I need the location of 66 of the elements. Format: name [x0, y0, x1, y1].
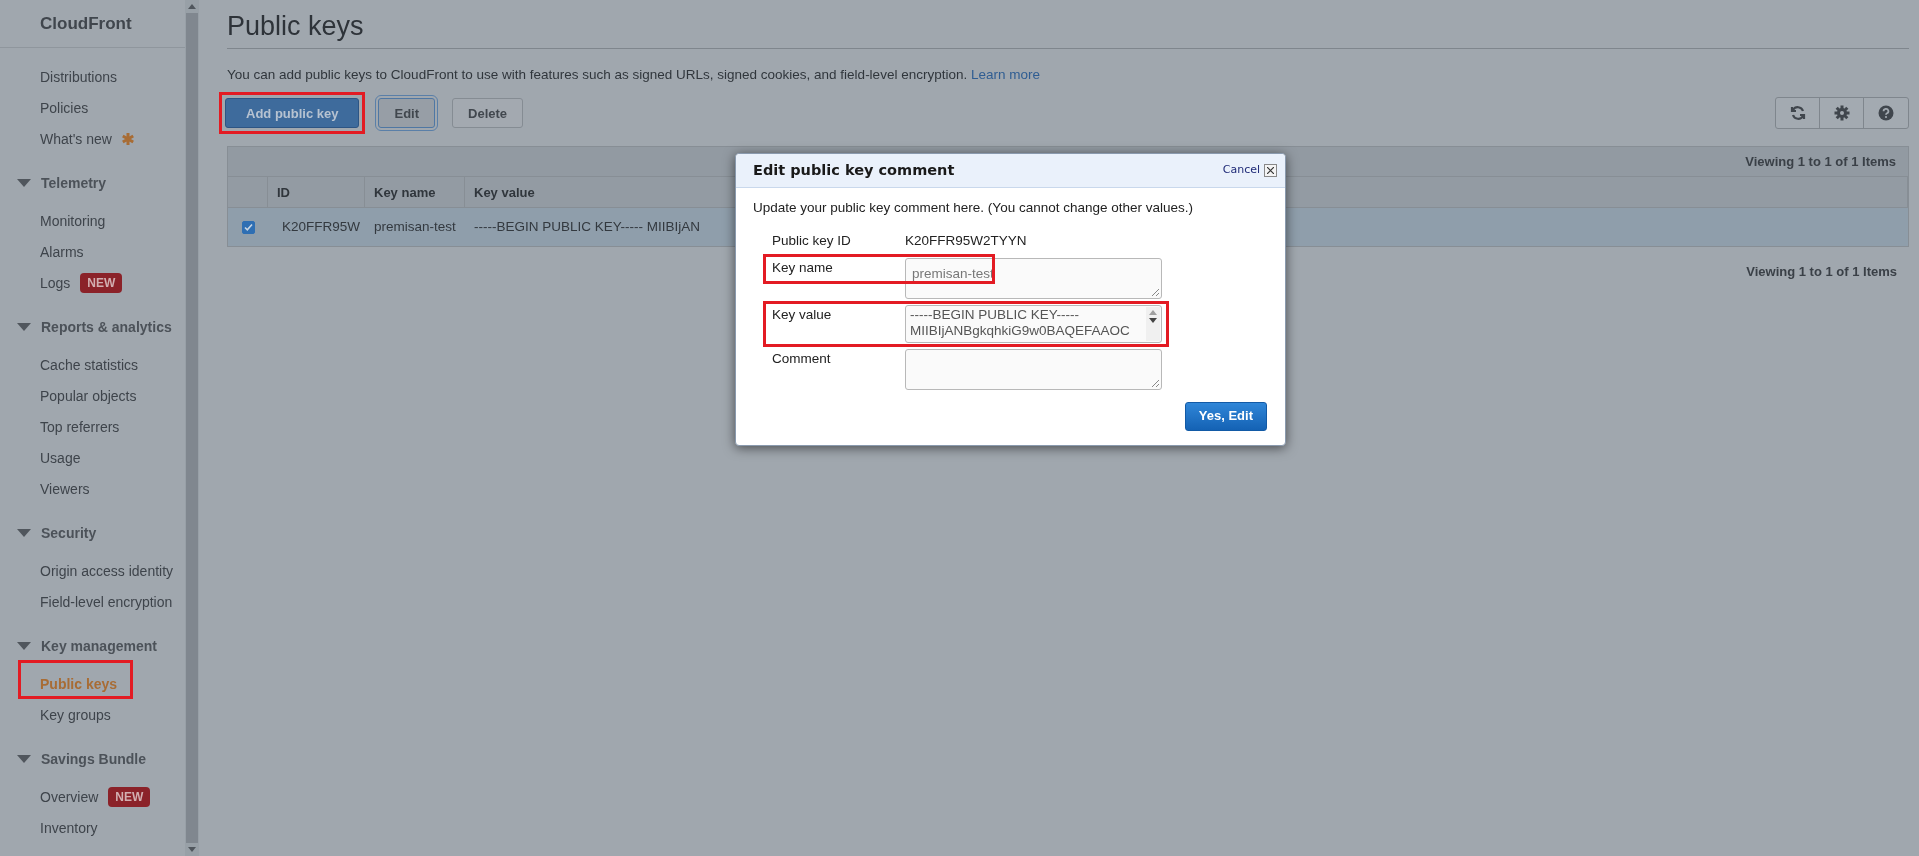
scrollbar[interactable] — [1146, 306, 1160, 341]
caret-down-icon — [17, 642, 31, 651]
learn-more-link[interactable]: Learn more — [970, 67, 1040, 82]
field-label: Public key ID — [771, 232, 852, 251]
sidebar-item[interactable]: Alarms — [40, 243, 84, 260]
sidebar-item[interactable]: Distributions — [40, 68, 118, 85]
dialog-intro: Update your public key comment here. (You cannot change other values.) — [753, 199, 1194, 217]
caret-down-icon — [17, 755, 31, 764]
help-icon — [1878, 105, 1894, 122]
table-cell-text: premisan-test — [373, 218, 457, 237]
section-heading[interactable]: Security — [41, 523, 97, 544]
resize-grip-icon[interactable] — [1151, 287, 1159, 296]
close-icon — [1267, 167, 1274, 174]
toolbar-button[interactable]: Add public key — [225, 98, 360, 129]
sidebar-item[interactable]: What's new — [40, 130, 112, 147]
field-label: Comment — [771, 349, 832, 368]
caret-down-icon — [17, 323, 31, 332]
column-header[interactable]: Key name — [365, 177, 465, 208]
sidebar-item[interactable]: Popular objects — [40, 387, 137, 404]
sidebar-item[interactable]: Usage — [40, 449, 81, 466]
text-area[interactable]: premisan-test — [905, 257, 1162, 299]
row-checkbox[interactable] — [241, 220, 255, 234]
section-heading[interactable]: Reports & analytics — [41, 317, 172, 338]
toolbar-button[interactable]: Delete — [452, 98, 524, 129]
text-area[interactable]: -----BEGIN PUBLIC KEY----- MIIBIjANBgkqhkiG9w0BAQEFAAOC — [905, 304, 1162, 343]
sidebar-item[interactable]: Logs — [40, 274, 71, 291]
scroll-up-icon[interactable] — [188, 4, 196, 9]
section-heading[interactable]: Savings Bundle — [41, 749, 147, 770]
sidebar-item[interactable]: Field-level encryption — [40, 593, 173, 610]
table-cell-text: K20FFR95W — [281, 218, 362, 237]
pager-text: Viewing 1 to 1 of 1 Items — [1746, 263, 1897, 282]
column-header[interactable]: ID — [268, 177, 365, 208]
sidebar-item[interactable]: Policies — [40, 99, 89, 116]
pager-text: Viewing 1 to 1 of 1 Items — [1745, 153, 1896, 171]
text-area[interactable] — [905, 348, 1162, 390]
scroll-down-icon[interactable] — [1149, 317, 1157, 323]
confirm-button[interactable]: Yes, Edit — [1184, 401, 1267, 431]
sidebar-item[interactable]: Top referrers — [40, 418, 120, 435]
section-heading[interactable]: Key management — [41, 636, 157, 657]
new-badge: NEW — [80, 272, 123, 293]
field-value: K20FFR95W2TYYN — [905, 232, 1027, 251]
page-title: Public keys — [227, 13, 364, 40]
sidebar-item[interactable]: Key groups — [40, 706, 111, 723]
section-heading[interactable]: Telemetry — [41, 173, 107, 194]
field-label: Key name — [771, 258, 834, 277]
page-description: You can add public keys to CloudFront to use with features such as signed URLs, signed cookies, and field-level encryption. Learn more — [227, 66, 1041, 84]
caret-down-icon — [17, 179, 31, 188]
sidebar-item[interactable]: Origin access identity — [40, 562, 174, 579]
refresh-icon — [1789, 105, 1806, 122]
caret-down-icon — [17, 529, 31, 538]
sidebar-item[interactable]: Cache statistics — [40, 356, 139, 373]
dialog-title: Edit public key comment — [753, 160, 955, 180]
scrollbar[interactable] — [185, 0, 199, 856]
sidebar-title: CloudFront — [40, 12, 132, 35]
toolbar-button[interactable]: Edit — [378, 98, 436, 129]
sidebar-item[interactable]: Overview — [40, 788, 99, 805]
cancel-link[interactable]: Cancel — [1222, 162, 1260, 179]
sidebar-item[interactable]: Inventory — [40, 819, 98, 836]
field-label: Key value — [771, 305, 833, 324]
new-badge: NEW — [108, 786, 151, 807]
sidebar-item[interactable]: Viewers — [40, 480, 90, 497]
settings-icon — [1833, 105, 1850, 122]
resize-grip-icon[interactable] — [1151, 378, 1159, 387]
sidebar-item[interactable]: Monitoring — [40, 212, 106, 229]
table-cell-text: -----BEGIN PUBLIC KEY----- MIIBIjAN — [473, 218, 701, 237]
close-button[interactable] — [1264, 164, 1277, 177]
